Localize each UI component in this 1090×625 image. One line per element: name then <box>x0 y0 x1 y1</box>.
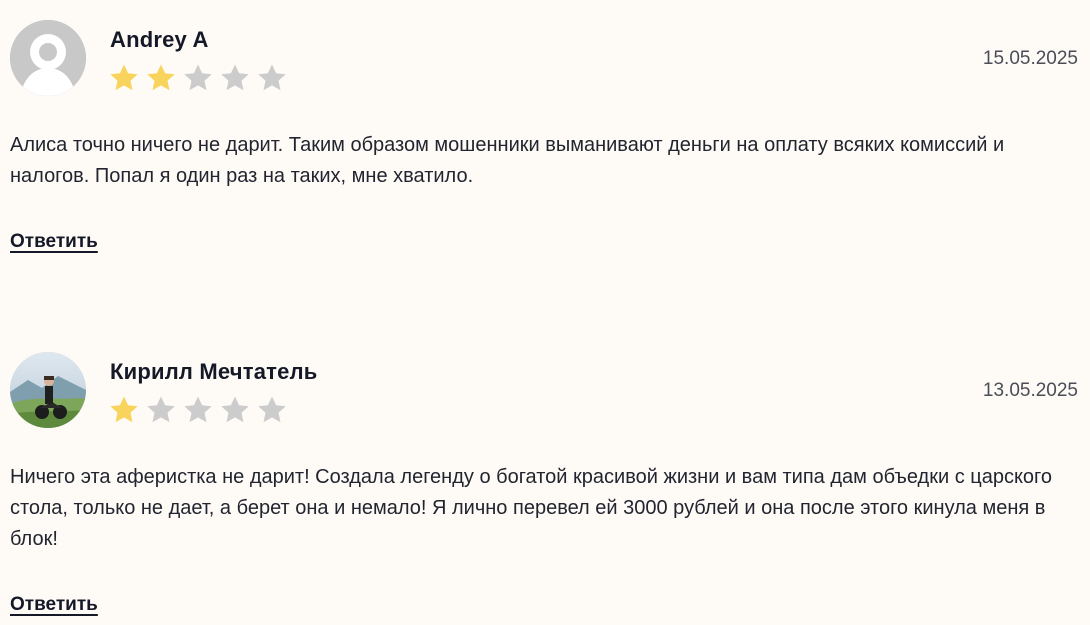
star-filled-icon <box>147 64 175 91</box>
reply-link[interactable]: Ответить <box>10 230 98 254</box>
review-text: Алиса точно ничего не дарит. Таким образ… <box>10 134 1005 187</box>
review-date: 13.05.2025 <box>982 380 1078 401</box>
star-filled-icon <box>110 64 138 91</box>
review-date: 15.05.2025 <box>982 48 1078 69</box>
review-author: Andrey A <box>110 27 209 52</box>
star-empty-icon <box>221 64 249 91</box>
user-photo-icon <box>10 352 86 428</box>
reply-link[interactable]: Ответить <box>10 593 98 617</box>
user-silhouette-icon <box>10 20 86 96</box>
star-empty-icon <box>258 64 286 91</box>
star-empty-icon <box>184 64 212 91</box>
star-empty-icon <box>147 396 175 423</box>
star-empty-icon <box>221 396 249 423</box>
avatar <box>10 20 86 96</box>
star-rating <box>108 394 288 426</box>
star-empty-icon <box>184 396 212 423</box>
review-author: Кирилл Мечтатель <box>110 359 318 384</box>
star-empty-icon <box>258 396 286 423</box>
avatar <box>10 352 86 428</box>
review-text: Ничего эта аферистка не дарит! Создала л… <box>10 466 1053 550</box>
star-filled-icon <box>110 396 138 423</box>
star-rating <box>108 62 288 94</box>
